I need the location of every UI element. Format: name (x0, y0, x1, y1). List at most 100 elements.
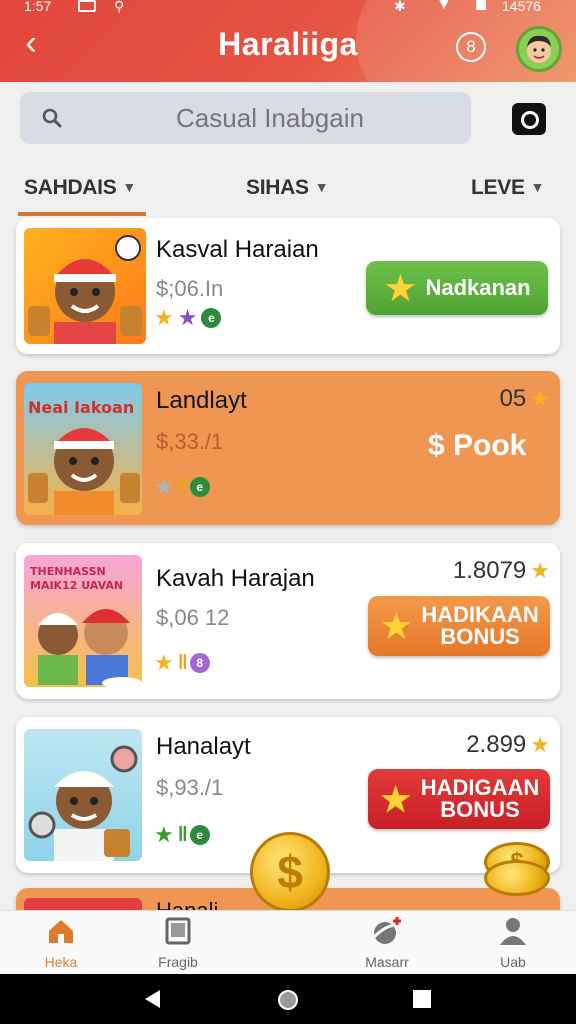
nav-label: Heka (44, 954, 78, 970)
filter-tabs: SAHDAIS ▼ SIHAS ▼ LEVE ▼ (0, 168, 576, 216)
nav-item-fragib[interactable]: Fragib (133, 915, 223, 970)
game-thumbnail (24, 729, 142, 861)
recents-nav-icon[interactable] (412, 989, 432, 1009)
game-thumbnail (24, 228, 146, 344)
star-icon: ★ (154, 305, 174, 330)
star-icon: ★ (379, 605, 414, 648)
game-title: Landlayt (156, 387, 247, 414)
filter-tab-leve[interactable]: LEVE ▼ (471, 176, 545, 200)
game-card[interactable]: THENHASSN MAIK12 UAVAN Kavah Harajan $,0… (16, 543, 560, 699)
chevron-down-icon: ▼ (314, 179, 329, 195)
user-icon (500, 918, 526, 945)
character-illustration: Neai Iakoan (28, 398, 140, 515)
character-illustration (28, 745, 138, 861)
game-title: Hanalayt (156, 733, 251, 760)
signal-icon (476, 0, 486, 10)
badge-icon: e (201, 308, 222, 328)
filter-label: SAHDAIS (24, 176, 117, 199)
badge-row: ★ ǁ 8 (154, 651, 210, 675)
thumb-caption: THENHASSN (30, 565, 106, 578)
badge-icon: e (189, 477, 210, 497)
game-price: $;06.In (156, 276, 224, 301)
nav-label: Fragib (158, 954, 198, 970)
rating: 2.899 ★ (466, 731, 550, 759)
bluetooth-icon: ✱ (394, 0, 406, 14)
search-input[interactable] (80, 98, 460, 138)
planet-icon (370, 917, 402, 944)
chevron-down-icon: ▼ (530, 179, 545, 195)
star-icon: ★ (177, 305, 198, 330)
badge-row: ★ ǁ e (154, 823, 210, 847)
usb-icon: ⚲ (114, 0, 125, 14)
rating: 05 ★ (500, 385, 550, 413)
badge-icon: e (189, 825, 210, 845)
avatar[interactable] (516, 26, 562, 72)
nav-item-home[interactable]: Heka (16, 915, 106, 970)
game-card-featured[interactable]: Neai Iakoan Landlayt $,33./1 ★ ǁ e 05 ★ $… (16, 371, 560, 525)
badge-icon: 8 (189, 653, 210, 673)
button-label: HADIKAAN BONUS (421, 604, 538, 648)
rating-value: 2.899 (466, 731, 527, 758)
status-bar: 1:57 ⚲ ✱ ▼ 14576 (0, 0, 576, 18)
mail-icon (78, 0, 96, 12)
badge-row: ★ ǁ e (154, 475, 210, 499)
coin-stack-icon (484, 860, 550, 896)
rating-value: 05 (499, 385, 527, 412)
button-label: Nadkanan (425, 275, 531, 300)
chevron-down-icon: ▼ (122, 179, 136, 195)
nav-label: Masarr (365, 954, 409, 970)
game-thumbnail: THENHASSN MAIK12 UAVAN (24, 555, 142, 687)
wifi-icon: ▼ (436, 0, 452, 13)
game-thumbnail: Neai Iakoan (24, 383, 142, 515)
character-illustration (28, 235, 142, 344)
nav-item-uab[interactable]: Uab (468, 915, 558, 970)
back-nav-icon[interactable] (142, 988, 164, 1010)
bars-icon: ǁ (177, 651, 188, 674)
game-price: $,06 12 (156, 605, 230, 630)
star-icon: ★ (530, 386, 550, 411)
rating: 1.8079 ★ (453, 557, 550, 585)
game-title: Kasval Haraian (156, 236, 319, 263)
coin-icon: $ (250, 832, 330, 912)
star-icon: ★ (154, 650, 174, 675)
tablet-icon (165, 917, 191, 945)
play-button[interactable]: ★ Nadkanan (366, 261, 548, 315)
star-icon: ★ (154, 474, 174, 499)
avatar-face-icon (519, 29, 559, 69)
thumb-caption: Neai Iakoan (28, 398, 134, 417)
pook-button[interactable]: $ Pook (428, 429, 526, 463)
game-price: $,33./1 (156, 429, 224, 454)
button-label-line2: BONUS (440, 624, 520, 649)
bottom-navigation: Heka Fragib Masarr Uab (0, 910, 576, 974)
active-filter-indicator (18, 212, 146, 216)
game-card[interactable]: Kasval Haraian $;06.In ★ ★ e ★ Nadkanan (16, 218, 560, 354)
bars-icon: ǁ (177, 475, 188, 498)
battery-text: 14576 (502, 0, 541, 14)
status-time: 1:57 (24, 0, 52, 14)
filter-tab-sihas[interactable]: SIHAS ▼ (246, 176, 329, 200)
button-label: HADIGAAN BONUS (421, 777, 540, 821)
star-icon: ★ (378, 778, 413, 821)
thumb-caption: MAIK12 UAVAN (30, 579, 123, 592)
filter-label: SIHAS (246, 176, 309, 199)
home-icon (49, 920, 73, 943)
star-icon: ★ (154, 822, 174, 847)
star-icon: ★ (383, 267, 418, 310)
bonus-button[interactable]: ★ HADIKAAN BONUS (368, 596, 550, 656)
star-icon: ★ (530, 558, 550, 583)
star-icon: ★ (530, 732, 550, 757)
camera-scan-button[interactable] (512, 103, 546, 135)
system-nav-bar (0, 974, 576, 1024)
home-nav-icon[interactable] (276, 988, 300, 1012)
filter-tab-sahdais[interactable]: SAHDAIS ▼ (24, 176, 136, 200)
bonus-button[interactable]: ★ HADIGAAN BONUS (368, 769, 550, 829)
rating-value: 1.8079 (452, 557, 527, 584)
notification-button[interactable]: 8 (456, 32, 486, 62)
game-price: $,93./1 (156, 775, 224, 800)
character-illustration: THENHASSN MAIK12 UAVAN (30, 565, 142, 687)
filter-label: LEVE (471, 176, 525, 199)
app-header: 1:57 ⚲ ✱ ▼ 14576 ‹ Haraliiga 8 (0, 0, 576, 82)
search-bar[interactable] (20, 92, 471, 144)
nav-item-masarr[interactable]: Masarr (342, 915, 432, 970)
search-icon (42, 108, 62, 128)
